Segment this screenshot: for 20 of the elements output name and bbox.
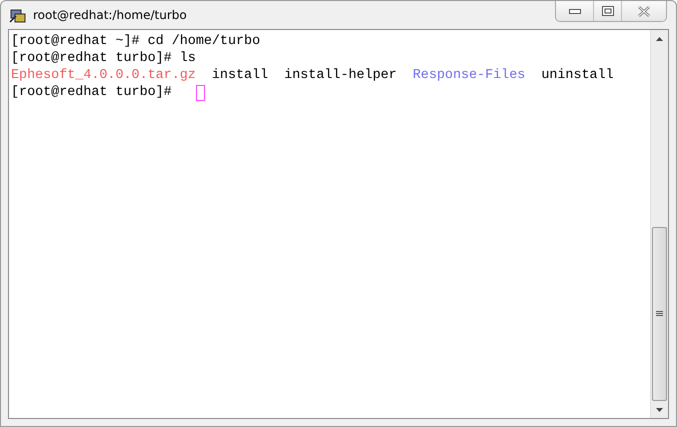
maximize-icon (602, 6, 614, 16)
terminal-text: [root@redhat turbo]# (11, 84, 172, 101)
down-arrow-icon (656, 408, 663, 412)
close-icon (637, 6, 651, 16)
terminal-text: install-helper (284, 67, 397, 84)
terminal-text: [root@redhat ~]# cd /home/turbo (11, 33, 260, 50)
terminal-text: install (212, 67, 268, 84)
minimize-icon (568, 8, 580, 14)
minimize-button[interactable] (556, 1, 594, 21)
terminal-text: Ephesoft_4.0.0.0.tar.gz (11, 67, 196, 84)
window-title: root@redhat:/home/turbo (33, 8, 187, 22)
terminal-text: uninstall (541, 67, 614, 84)
grip-icon (656, 311, 663, 317)
terminal-text: Response-Files (412, 67, 526, 84)
up-arrow-icon (656, 36, 663, 40)
maximize-button[interactable] (594, 1, 622, 21)
terminal-text: [root@redhat turbo]# ls (11, 50, 196, 67)
vertical-scrollbar[interactable] (650, 30, 668, 418)
scroll-thumb[interactable] (652, 227, 667, 401)
terminal-app-icon (9, 7, 27, 23)
